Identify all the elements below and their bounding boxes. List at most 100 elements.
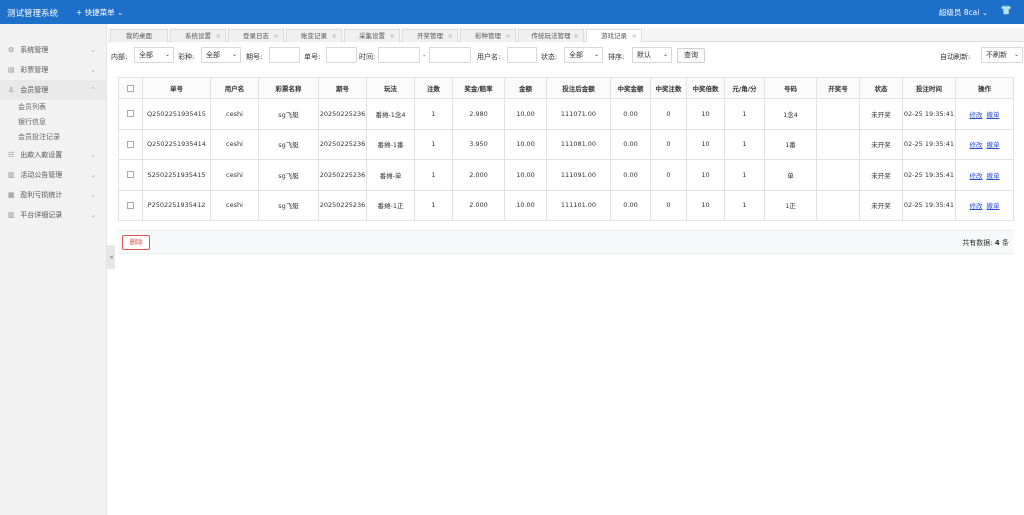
quick-menu-button[interactable]: + 快捷菜单 ⌄ [76,7,123,18]
lottery-cell: sg飞艇 [258,98,319,130]
tab-draw-management[interactable]: 开奖管理 × [402,29,458,42]
column-header: 操作 [955,77,1014,99]
column-header: 期号 [318,77,367,99]
edit-link[interactable]: 修改 [970,141,983,149]
tab-game-records[interactable]: 游戏记录 × [586,29,642,42]
row-checkbox[interactable] [127,140,134,148]
username-input[interactable] [507,47,537,63]
inner-select[interactable]: 全部 ⌄ [134,47,174,63]
sort-select[interactable]: 默认 ⌄ [632,47,672,63]
select-value: 全部 [569,51,583,59]
chevron-down-icon: ⌄ [90,46,96,54]
win-amount-cell: 0.00 [610,128,651,160]
sidebar-collapse-handle[interactable]: ◂ [107,245,115,269]
tab-system-settings[interactable]: 系统设置 × [170,29,226,42]
draw-number-cell [816,189,860,221]
tab-desktop[interactable]: 我的桌面 [110,29,168,42]
column-header: 开奖号 [816,77,860,99]
period-input[interactable] [269,47,300,63]
order-input[interactable] [326,47,357,63]
gear-icon: ⚙ [8,46,15,54]
table-icon: ▥ [8,211,15,219]
multiple-cell: 10 [686,128,725,160]
cancel-order-link[interactable]: 撤单 [987,141,1000,149]
row-select-cell[interactable] [118,189,143,221]
status-select[interactable]: 全部 ⌄ [564,47,603,63]
filter-label: 单号: [304,53,321,61]
sidebar-item-lottery[interactable]: ▤ 彩票管理 ⌄ [0,60,106,80]
app-title: 测试管理系统 [7,9,59,19]
user-menu[interactable]: 超级员 8cai ⌄ [939,7,988,18]
row-select-cell[interactable] [118,128,143,160]
chevron-down-icon: ⌄ [90,211,96,219]
sidebar-item-member[interactable]: ♙ 会员管理 ⌃ [0,80,106,100]
query-button[interactable]: 查询 [677,48,705,63]
close-icon[interactable]: × [274,30,279,42]
tab-label: 采集设置 [359,32,385,40]
tab-collect-settings[interactable]: 采集设置 × [344,29,400,42]
cancel-order-link[interactable]: 撤单 [987,202,1000,210]
close-icon[interactable]: × [506,30,511,42]
select-value: 不刷新 [986,51,1007,59]
filter-label: 排序: [608,53,625,61]
table-footer: 删除 共有数据: 4 条 [118,230,1013,254]
time-end-input[interactable] [429,47,471,63]
sidebar-subitem-bet-records[interactable]: 会员投注记录 [0,130,106,145]
chevron-down-icon: ⌄ [1013,51,1019,58]
cancel-order-link[interactable]: 撤单 [987,111,1000,119]
tab-label: 登录日志 [243,32,269,40]
sidebar-item-profit-stats[interactable]: ▦ 盈利亏损统计 ⌄ [0,185,106,205]
chart-icon: ▦ [8,191,15,199]
column-header: 单号 [142,77,211,99]
sidebar-subitem-member-list[interactable]: 会员列表 [0,100,106,115]
row-select-cell[interactable] [118,98,143,130]
tab-label: 账变记录 [301,32,327,40]
select-all-checkbox[interactable] [127,84,134,92]
close-icon[interactable]: × [574,30,579,42]
bets-cell: 1 [414,189,453,221]
row-checkbox[interactable] [127,171,134,179]
sidebar-subitem-bank-info[interactable]: 银行信息 [0,115,106,130]
tab-login-log[interactable]: 登录日志 × [228,29,284,42]
tab-lottery-types[interactable]: 彩种管理 × [460,29,516,42]
column-header: 中奖金额 [610,77,651,99]
tab-label: 开奖管理 [417,32,443,40]
close-icon[interactable]: × [448,30,453,42]
row-select-cell[interactable] [118,159,143,191]
delete-button[interactable]: 删除 [122,235,150,250]
edit-link[interactable]: 修改 [970,202,983,210]
close-icon[interactable]: × [390,30,395,42]
chevron-down-icon: ⌄ [593,51,599,58]
period-cell: 20250225236 [318,159,367,191]
table-row: S2502251935415 ceshi sg飞艇 20250225236 番摊… [118,159,1014,191]
lottery-select[interactable]: 全部 ⌄ [201,47,241,63]
skin-icon[interactable]: 👕 [1001,6,1012,16]
status-cell: 未开奖 [859,128,903,160]
edit-link[interactable]: 修改 [970,111,983,119]
sidebar-item-announcements[interactable]: ▥ 活动公告管理 ⌄ [0,165,106,185]
row-checkbox[interactable] [127,110,134,118]
edit-link[interactable]: 修改 [970,172,983,180]
select-all-cell[interactable] [118,77,143,99]
total-count: 共有数据: 4 条 [962,238,1009,248]
close-icon[interactable]: × [216,30,221,42]
win-amount-cell: 0.00 [610,189,651,221]
unit-cell: 1 [724,189,765,221]
close-icon[interactable]: × [332,30,337,42]
row-checkbox[interactable] [127,201,134,209]
sidebar-item-label: 会员管理 [20,86,49,94]
order-cell: S2502251935415 [142,159,211,191]
close-icon[interactable]: × [632,30,637,42]
tab-traditional-play[interactable]: 传统玩法管理 × [518,29,584,42]
sidebar-item-payments[interactable]: ☷ 出款入款设置 ⌄ [0,145,106,165]
auto-refresh-select[interactable]: 不刷新 ⌄ [981,47,1023,63]
sidebar-item-label: 盈利亏损统计 [20,191,63,199]
sidebar-item-platform-records[interactable]: ▥ 平台详细记录 ⌄ [0,205,106,225]
win-bets-cell: 0 [650,189,687,221]
sidebar-item-system[interactable]: ⚙ 系统管理 ⌄ [0,40,106,60]
table-row: Q2502251935414 ceshi sg飞艇 20250225236 番摊… [118,128,1014,160]
tab-account-changes[interactable]: 账变记录 × [286,29,342,42]
time-start-input[interactable] [378,47,420,63]
chevron-down-icon: ⌄ [90,66,96,74]
cancel-order-link[interactable]: 撤单 [987,172,1000,180]
